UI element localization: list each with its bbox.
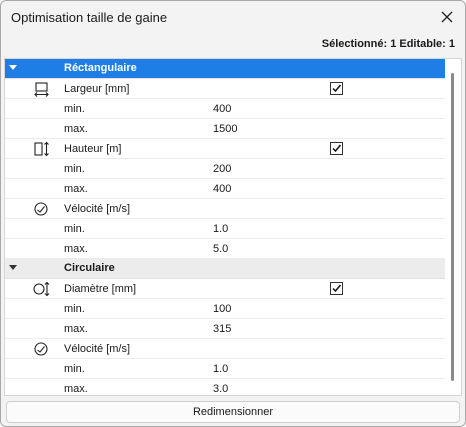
close-button[interactable] bbox=[435, 5, 459, 29]
min-label: min. bbox=[64, 103, 85, 115]
property-grid: Réctangulaire Largeur [mm] min. 400 max. 1500… bbox=[4, 58, 462, 396]
min-label: min. bbox=[64, 223, 85, 235]
min-row: min. 1.0 bbox=[5, 219, 445, 239]
section-label: Réctangulaire bbox=[64, 62, 137, 74]
section-label: Circulaire bbox=[64, 262, 115, 274]
min-row: min. 1.0 bbox=[5, 359, 445, 379]
min-label: min. bbox=[64, 303, 85, 315]
max-label: max. bbox=[64, 123, 88, 135]
property-row: Hauteur [m] bbox=[5, 139, 445, 159]
width-icon bbox=[33, 81, 51, 97]
property-checkbox[interactable] bbox=[330, 282, 343, 295]
min-label: min. bbox=[64, 363, 85, 375]
min-row: min. 200 bbox=[5, 159, 445, 179]
expand-arrow-icon[interactable] bbox=[9, 265, 17, 270]
selection-status: Sélectionné: 1 Editable: 1 bbox=[321, 38, 455, 50]
min-row: min. 100 bbox=[5, 299, 445, 319]
window-title: Optimisation taille de gaine bbox=[11, 9, 168, 25]
close-icon bbox=[441, 11, 453, 23]
max-value[interactable]: 1500 bbox=[213, 123, 237, 135]
property-checkbox[interactable] bbox=[330, 82, 343, 95]
max-row: max. 3.0 bbox=[5, 379, 445, 395]
min-value[interactable]: 200 bbox=[213, 163, 231, 175]
max-label: max. bbox=[64, 243, 88, 255]
section-header[interactable]: Circulaire bbox=[5, 259, 445, 279]
max-value[interactable]: 400 bbox=[213, 183, 231, 195]
scrollbar-thumb[interactable] bbox=[451, 73, 454, 381]
max-value[interactable]: 3.0 bbox=[213, 383, 228, 395]
max-label: max. bbox=[64, 183, 88, 195]
resize-button[interactable]: Redimensionner bbox=[6, 401, 460, 423]
property-label: Vélocité [m/s] bbox=[64, 343, 131, 355]
max-row: max. 315 bbox=[5, 319, 445, 339]
title-bar: Optimisation taille de gaine bbox=[1, 1, 465, 33]
min-value[interactable]: 1.0 bbox=[213, 223, 228, 235]
min-label: min. bbox=[64, 163, 85, 175]
section-header[interactable]: Réctangulaire bbox=[5, 59, 445, 79]
max-value[interactable]: 5.0 bbox=[213, 243, 228, 255]
vertical-scrollbar[interactable] bbox=[445, 59, 461, 395]
min-value[interactable]: 1.0 bbox=[213, 363, 228, 375]
height-icon bbox=[33, 141, 51, 157]
max-row: max. 1500 bbox=[5, 119, 445, 139]
diameter-icon bbox=[33, 281, 51, 297]
max-row: max. 400 bbox=[5, 179, 445, 199]
property-row: Diamètre [mm] bbox=[5, 279, 445, 299]
property-label: Largeur [mm] bbox=[64, 83, 130, 95]
max-value[interactable]: 315 bbox=[213, 323, 231, 335]
velocity-icon bbox=[33, 341, 51, 357]
property-row: Vélocité [m/s] bbox=[5, 199, 445, 219]
min-value[interactable]: 400 bbox=[213, 103, 231, 115]
dialog-window: Optimisation taille de gaine Sélectionné… bbox=[0, 0, 466, 427]
velocity-icon bbox=[33, 201, 51, 217]
property-row: Vélocité [m/s] bbox=[5, 339, 445, 359]
max-label: max. bbox=[64, 323, 88, 335]
max-row: max. 5.0 bbox=[5, 239, 445, 259]
property-label: Hauteur [m] bbox=[64, 143, 122, 155]
expand-arrow-icon[interactable] bbox=[9, 65, 17, 70]
property-label: Diamètre [mm] bbox=[64, 283, 137, 295]
property-checkbox[interactable] bbox=[330, 142, 343, 155]
property-label: Vélocité [m/s] bbox=[64, 203, 131, 215]
min-value[interactable]: 100 bbox=[213, 303, 231, 315]
max-label: max. bbox=[64, 383, 88, 395]
property-row: Largeur [mm] bbox=[5, 79, 445, 99]
min-row: min. 400 bbox=[5, 99, 445, 119]
